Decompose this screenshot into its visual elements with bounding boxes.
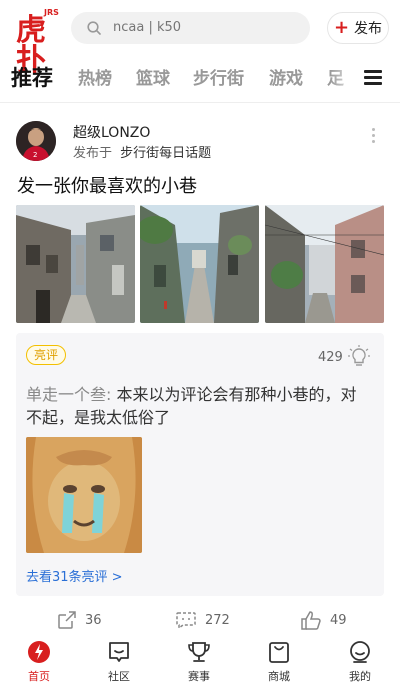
share-button[interactable]: 36 [57,610,102,630]
community-icon [109,642,129,662]
comment-icon [176,612,196,630]
alley-photo-3[interactable] [265,205,384,323]
comment-count: 272 [205,612,230,628]
alley-photo-2[interactable] [140,205,259,323]
lightbulb-icon[interactable] [348,345,370,369]
nav-shop[interactable]: 商城 [249,640,309,684]
see-more-comments-link[interactable]: 去看31条亮评 > [26,566,123,585]
menu-icon[interactable] [364,70,382,86]
post-title[interactable]: 发一张你最喜欢的小巷 [17,172,197,198]
commenter-name[interactable]: 单走一个叁: [26,385,111,404]
post-actions: 36 272 49 [0,610,400,638]
plus-icon: + [333,17,350,38]
top-bar: 虎扑 JRS + 发布 [0,0,400,76]
nav-home-label: 首页 [28,670,50,683]
home-icon [28,641,50,663]
search-input[interactable] [113,12,293,44]
nav-community-label: 社区 [108,670,130,683]
like-button[interactable]: 49 [300,610,347,630]
app-logo[interactable]: 虎扑 JRS [16,8,60,76]
more-options-icon[interactable] [372,128,378,146]
published-prefix: 发布于 [73,146,113,161]
channel-tabs: 推荐 热榜 篮球 步行街 游戏 足 [0,60,400,96]
bottom-navigation: 首页 社区 赛事 商城 我的 [0,636,400,689]
tab-street[interactable]: 步行街 [193,64,244,89]
share-icon [58,611,76,629]
svg-text:2: 2 [33,151,37,159]
search-bar[interactable] [71,12,310,44]
divider [0,102,400,103]
like-count: 49 [330,612,347,628]
post-author[interactable]: 超级LONZO [73,122,150,142]
hot-comment-like-count: 429 [318,350,343,365]
nav-home[interactable]: 首页 [9,640,69,684]
nav-profile[interactable]: 我的 [330,640,390,684]
comment-button[interactable]: 272 [175,610,230,630]
tab-hot[interactable]: 热榜 [78,64,112,89]
post-photos [16,205,384,323]
post-topic-link[interactable]: 步行街每日话题 [120,146,211,161]
search-icon [87,21,101,35]
hot-comment-badge: 亮评 [26,345,67,365]
nav-events-label: 赛事 [188,670,210,683]
alley-photo-1[interactable] [16,205,135,323]
nav-events[interactable]: 赛事 [169,640,229,684]
trophy-icon [188,642,210,662]
avatar[interactable]: 2 [16,121,56,161]
thumbs-up-icon [301,611,321,630]
tab-fade [330,60,360,96]
publish-button[interactable]: + 发布 [327,12,389,44]
tab-basketball[interactable]: 篮球 [136,64,170,89]
shop-icon [269,642,289,663]
publish-label: 发布 [354,21,383,37]
nav-shop-label: 商城 [268,670,290,683]
logo-small-text: JRS [44,8,59,17]
hot-comment-text: 单走一个叁: 本来以为评论会有那种小巷的，对不起，是我太低俗了 [26,383,366,429]
profile-icon [350,641,370,663]
post-meta: 发布于 步行街每日话题 [73,142,211,161]
tab-games[interactable]: 游戏 [269,64,303,89]
tab-recommend[interactable]: 推荐 [11,62,53,92]
share-count: 36 [85,612,102,628]
comment-meme-image[interactable] [26,437,142,553]
nav-community[interactable]: 社区 [89,640,149,684]
hot-comment-card[interactable]: 亮评 429 单走一个叁: 本来以为评论会有那种小巷的，对不起，是我太低俗了 去… [16,333,384,596]
nav-profile-label: 我的 [349,670,371,683]
